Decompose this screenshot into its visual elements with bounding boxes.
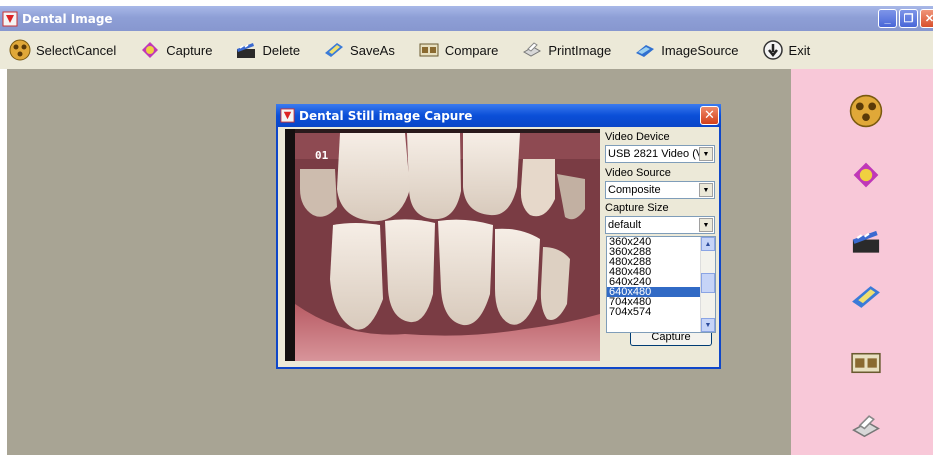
dialog-title: Dental Still image Capure <box>299 108 473 123</box>
capture-size-dropdown-list[interactable]: 360x240 360x288 480x288 480x480 640x240 … <box>606 236 716 333</box>
capture-label: Capture <box>166 42 213 58</box>
clapper-icon[interactable] <box>847 223 885 259</box>
video-preview: 01 <box>285 129 600 361</box>
source-icon <box>633 38 657 62</box>
scroll-up-icon[interactable]: ▲ <box>701 237 715 251</box>
list-item[interactable]: 704x574 <box>607 307 701 318</box>
dialog-close-button[interactable]: ✕ <box>700 106 719 125</box>
list-scrollbar[interactable]: ▲ ▼ <box>700 237 715 332</box>
video-source-label: Video Source <box>605 167 671 179</box>
video-source-group: Video Source Composite ▼ <box>605 165 717 199</box>
scroll-thumb[interactable] <box>701 273 715 293</box>
capture-button[interactable]: Capture <box>138 38 212 62</box>
printer-icon[interactable] <box>847 409 885 445</box>
minimize-icon: _ <box>884 12 891 25</box>
delete-label: Delete <box>262 42 301 58</box>
printer-icon <box>520 38 544 62</box>
video-device-label: Video Device <box>605 131 670 143</box>
imagesource-button[interactable]: ImageSource <box>633 38 739 62</box>
video-source-select[interactable]: Composite ▼ <box>605 181 715 199</box>
delete-button[interactable]: Delete <box>234 38 300 62</box>
video-device-group: Video Device USB 2821 Video (V ▼ <box>605 129 717 163</box>
film-reel-icon[interactable] <box>847 93 885 129</box>
select-cancel-label: Select\Cancel <box>36 42 117 58</box>
still-image-capture-dialog: Dental Still image Capure ✕ 01 Video Dev… <box>276 104 721 369</box>
close-icon: ✕ <box>924 13 933 25</box>
printimage-button[interactable]: PrintImage <box>520 38 611 62</box>
compare-icon <box>417 38 441 62</box>
saveas-button[interactable]: SaveAs <box>322 38 395 62</box>
video-device-value: USB 2821 Video (V <box>608 148 704 160</box>
disk-icon <box>322 38 346 62</box>
dialog-titlebar[interactable]: Dental Still image Capure ✕ <box>276 104 721 127</box>
dialog-app-icon <box>280 108 295 123</box>
restore-button[interactable]: ❐ <box>899 9 918 28</box>
compare-icon[interactable] <box>847 345 885 381</box>
clapper-icon <box>234 38 258 62</box>
chevron-down-icon[interactable]: ▼ <box>699 147 713 161</box>
main-titlebar[interactable]: Dental Image _ ❐ ✕ <box>0 6 933 31</box>
exit-label: Exit <box>788 42 811 58</box>
capture-size-group: Capture Size default ▼ <box>605 200 717 234</box>
minimize-button[interactable]: _ <box>878 9 897 28</box>
film-reel-icon <box>8 38 32 62</box>
disk-icon[interactable] <box>847 279 885 315</box>
video-frame-number: 01 <box>315 149 329 162</box>
capture-size-value: default <box>608 219 642 231</box>
compare-label: Compare <box>444 42 499 58</box>
close-window-button[interactable]: ✕ <box>920 9 933 28</box>
teeth-preview-image <box>285 129 600 361</box>
capture-icon <box>138 38 162 62</box>
app-icon <box>2 11 18 26</box>
chevron-down-icon[interactable]: ▼ <box>699 218 713 232</box>
scroll-down-icon[interactable]: ▼ <box>701 318 715 332</box>
capture-icon[interactable] <box>847 157 885 193</box>
video-device-select[interactable]: USB 2821 Video (V ▼ <box>605 145 715 163</box>
imagesource-label: ImageSource <box>661 42 739 58</box>
toolbar: Select\Cancel Capture Delete SaveAs Comp… <box>0 31 933 69</box>
capture-size-label: Capture Size <box>605 202 669 214</box>
exit-button[interactable]: Exit <box>761 38 811 62</box>
printimage-label: PrintImage <box>548 42 612 58</box>
chevron-down-icon[interactable]: ▼ <box>699 183 713 197</box>
saveas-label: SaveAs <box>350 42 395 58</box>
select-cancel-button[interactable]: Select\Cancel <box>8 38 116 62</box>
right-tool-panel <box>791 69 933 455</box>
restore-icon: ❐ <box>903 13 914 25</box>
exit-icon <box>761 38 785 62</box>
capture-size-select[interactable]: default ▼ <box>605 216 715 234</box>
close-icon: ✕ <box>704 108 715 123</box>
compare-button[interactable]: Compare <box>417 38 498 62</box>
window-title: Dental Image <box>22 11 113 26</box>
video-source-value: Composite <box>608 184 661 196</box>
